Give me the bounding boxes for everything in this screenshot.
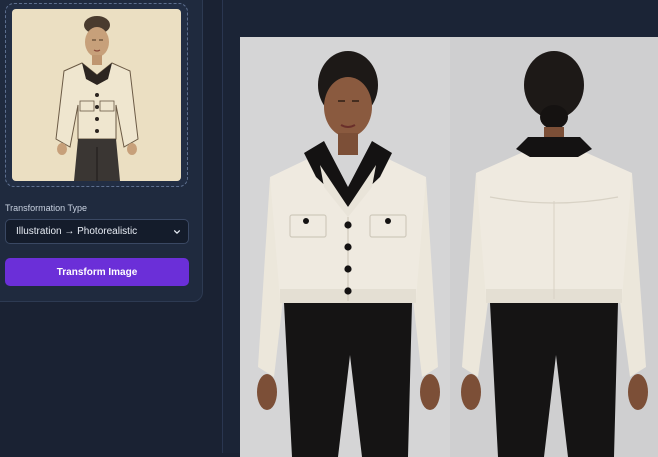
chevron-down-icon [173,229,181,234]
output-area [222,0,658,457]
transformation-type-label: Transformation Type [5,203,88,213]
output-photo-image [240,37,658,457]
input-sketch-image [12,9,181,181]
photorealistic-result [240,37,658,457]
transformation-type-value: Illustration → Photorealistic [16,226,138,237]
transform-image-button[interactable]: Transform Image [5,258,189,286]
sketch-illustration [12,9,181,181]
upload-dropzone[interactable] [5,3,188,187]
transformation-type-select[interactable]: Illustration → Photorealistic [5,219,189,244]
